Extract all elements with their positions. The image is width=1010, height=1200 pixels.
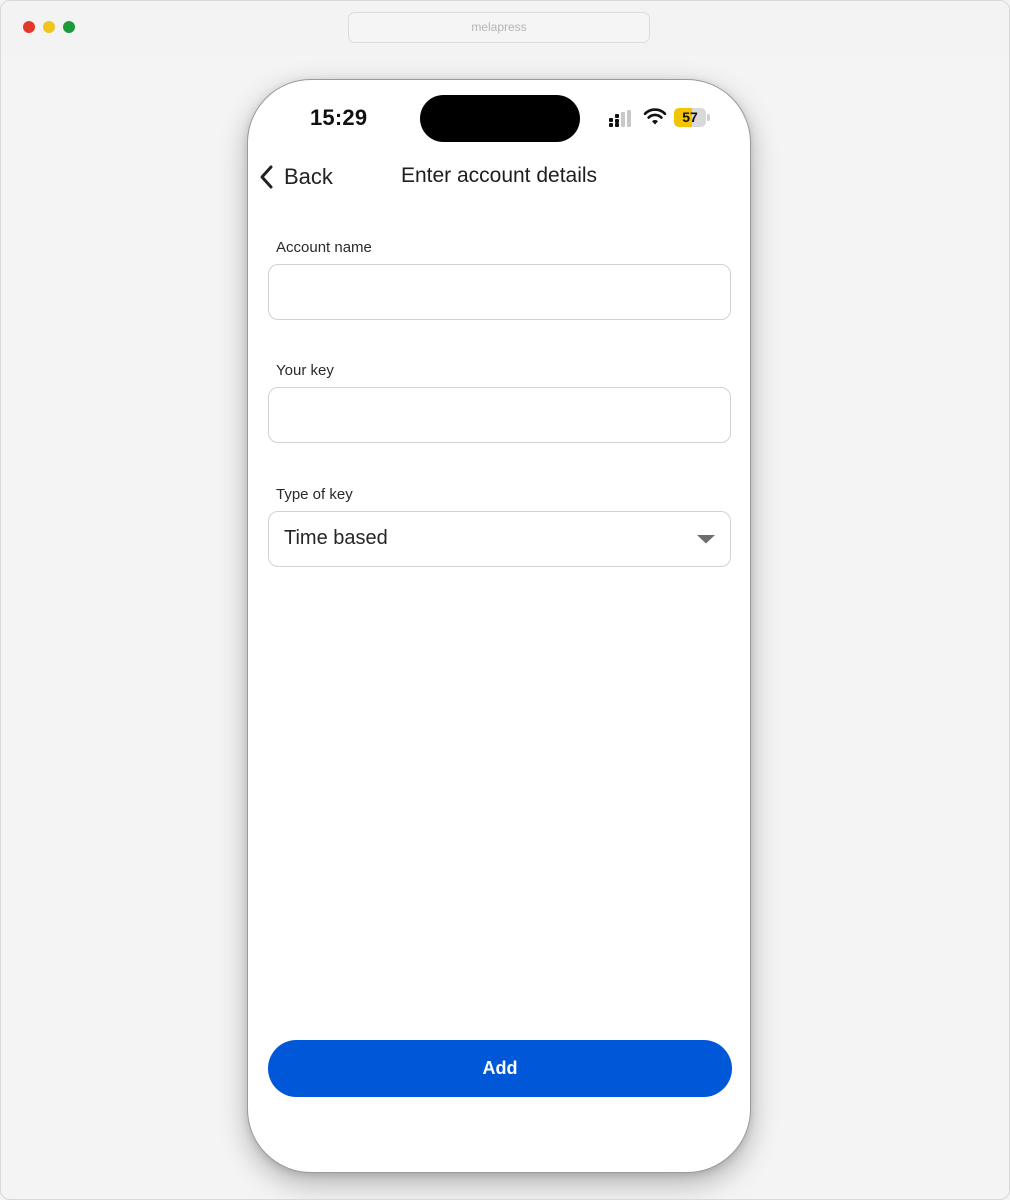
maximize-window-button[interactable] (63, 21, 75, 33)
dynamic-island (420, 95, 580, 142)
battery-level: 57 (682, 109, 698, 125)
page-title: Enter account details (400, 164, 598, 187)
address-bar[interactable]: melapress (348, 12, 650, 43)
wifi-icon (643, 108, 667, 125)
type-of-key-value: Time based (284, 527, 388, 549)
phone-frame: 15:29 57 Back Enter account details Acco… (247, 79, 751, 1173)
battery-nub (707, 114, 710, 121)
close-window-button[interactable] (23, 21, 35, 33)
caret-down-icon (697, 535, 715, 544)
cellular-signal-icon (609, 110, 631, 127)
type-of-key-label: Type of key (276, 486, 353, 503)
status-time: 15:29 (310, 105, 368, 130)
your-key-input[interactable] (268, 387, 731, 443)
add-button[interactable]: Add (268, 1040, 732, 1097)
type-of-key-select[interactable]: Time based (268, 511, 731, 567)
account-name-input[interactable] (268, 264, 731, 320)
title-bar: melapress (1, 1, 1009, 55)
your-key-label: Your key (276, 362, 334, 379)
battery-icon: 57 (674, 108, 706, 127)
account-name-label: Account name (276, 239, 372, 256)
minimize-window-button[interactable] (43, 21, 55, 33)
browser-window: melapress 15:29 57 Back Enter account de… (0, 0, 1010, 1200)
